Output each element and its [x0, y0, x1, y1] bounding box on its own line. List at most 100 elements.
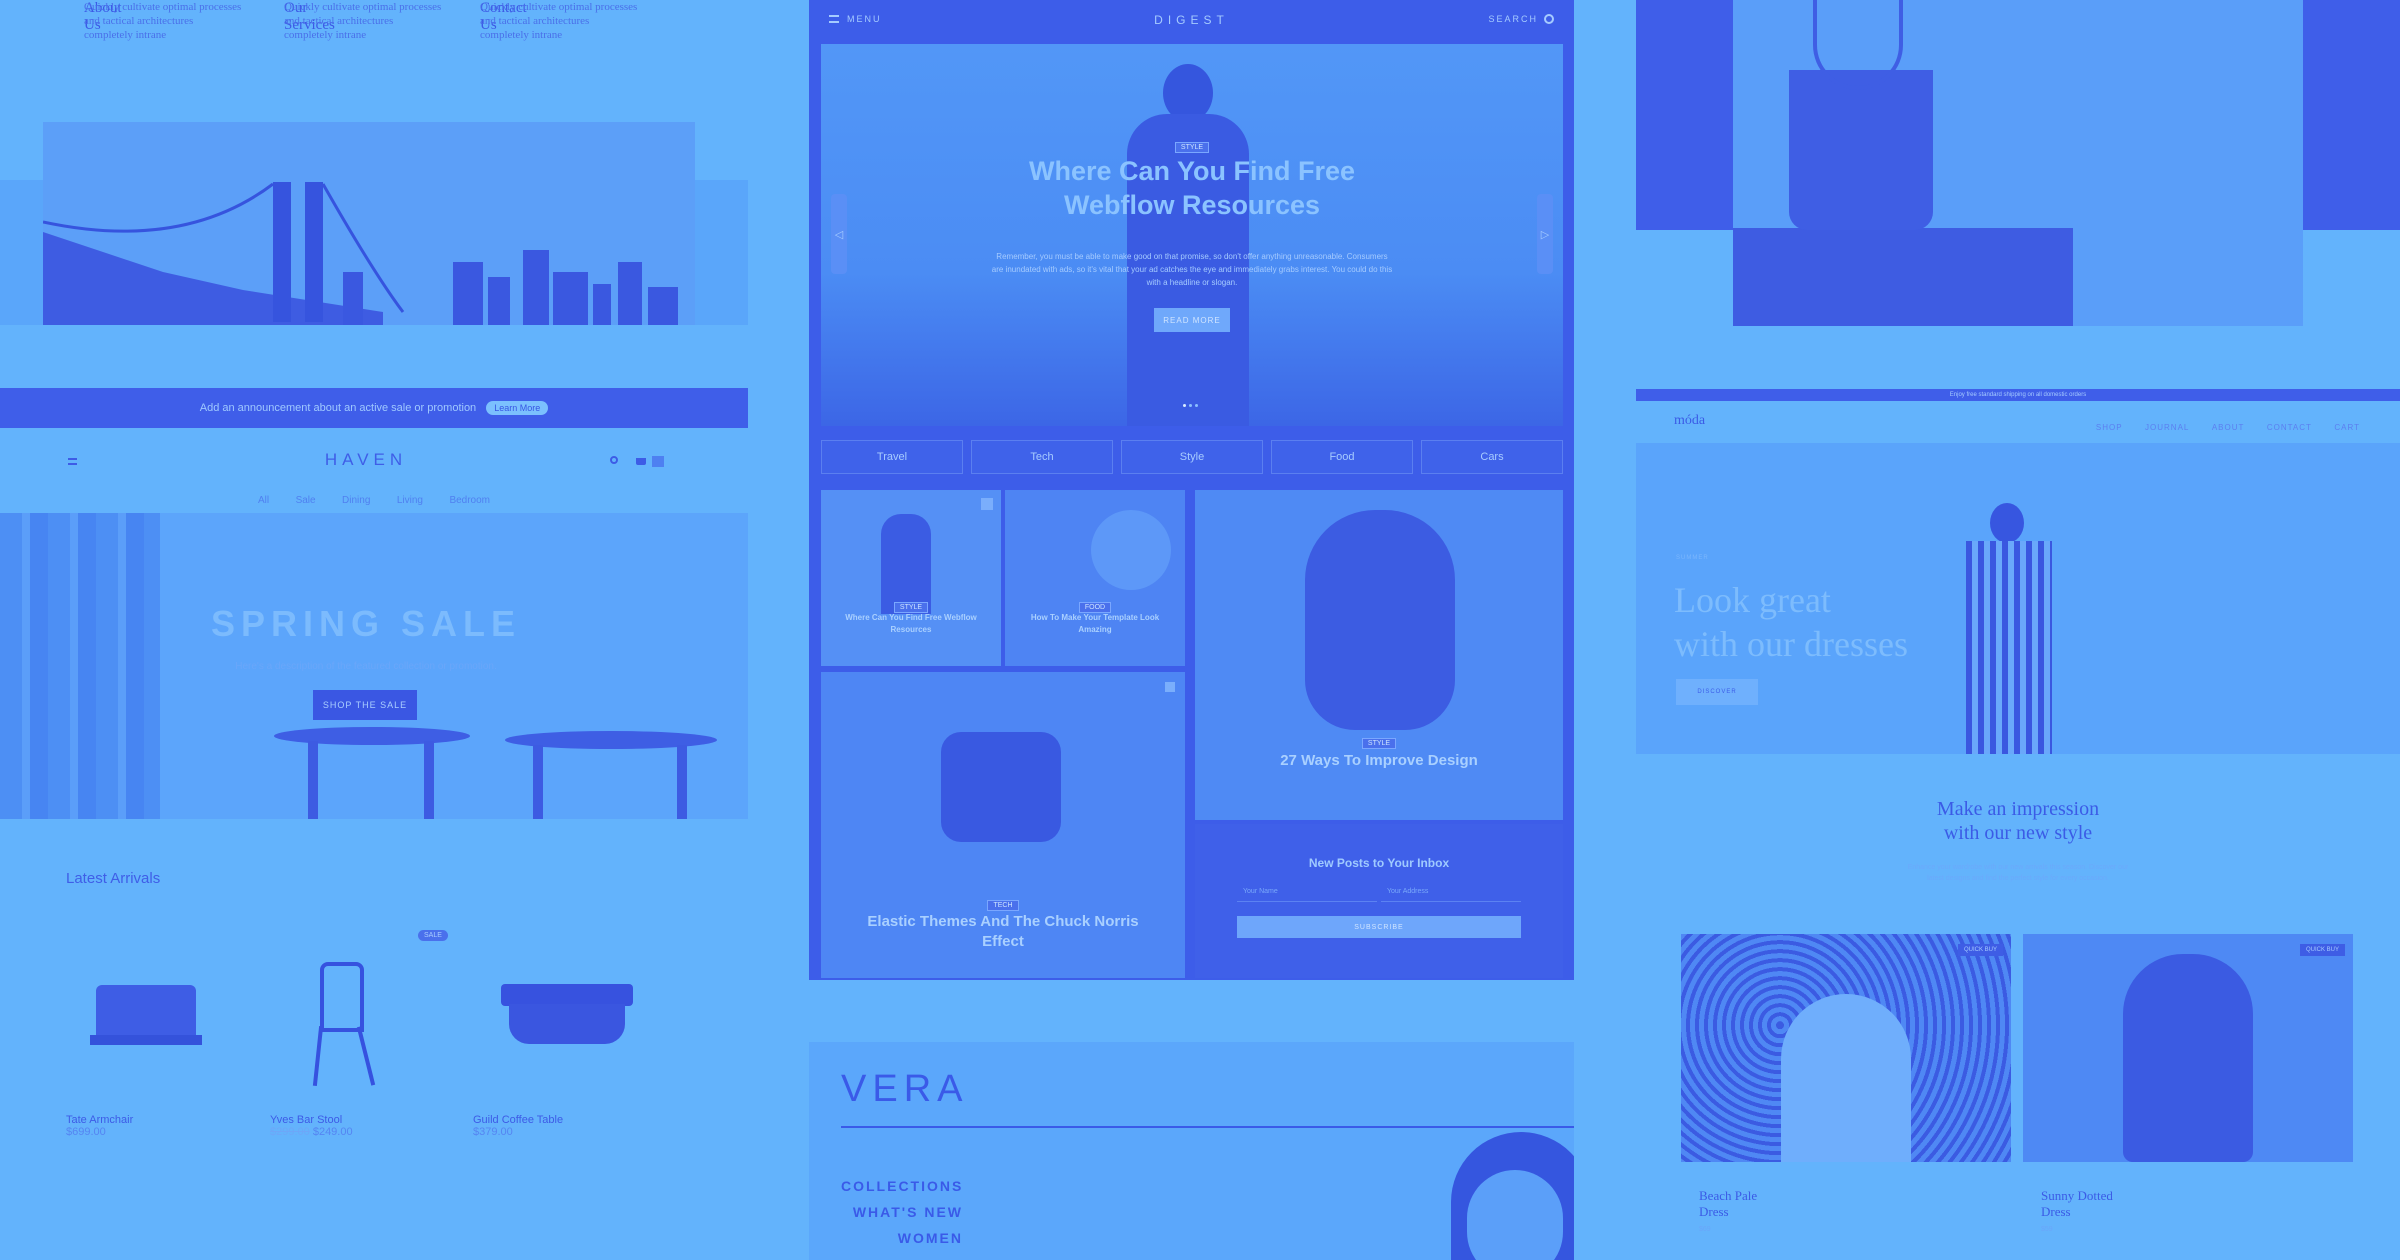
footer-link-desc: Quickly cultivate optimal processes and … [284, 1, 442, 41]
product-name-line2[interactable]: Dress [2041, 1204, 2353, 1220]
digest-logo[interactable]: DIGEST [809, 13, 1574, 27]
nav-women[interactable]: WOMEN [841, 1230, 963, 1246]
product-price: $69 [1699, 1226, 1711, 1233]
announcement-bar: Add an announcement about an active sale… [0, 388, 748, 428]
hero-kicker: SUMMER [1676, 555, 1709, 561]
haven-hero: SPRING SALE Here's a description of the … [0, 513, 748, 819]
hero-badge: STYLE [1174, 142, 1210, 153]
product-image-sunny: QUICK BUY [2023, 934, 2353, 1162]
shipping-bar: Enjoy free standard shipping on all dome… [1636, 389, 2400, 401]
post-tile[interactable]: STYLE Where Can You Find Free Webflow Re… [821, 490, 1001, 666]
category-tab-food[interactable]: Food [1271, 440, 1413, 474]
vera-logo[interactable]: VERA [841, 1068, 968, 1111]
name-field[interactable]: Your Name [1237, 882, 1377, 902]
category-link[interactable]: Sale [296, 495, 316, 506]
product-price: $379.00 [473, 1126, 513, 1138]
subscribe-button[interactable]: SUBSCRIBE [1237, 916, 1521, 938]
category-tab-style[interactable]: Style [1121, 440, 1263, 474]
product-card[interactable]: Guild Coffee Table $379.00 [473, 950, 653, 1190]
product-name[interactable]: Guild Coffee Table [473, 1114, 653, 1126]
nav-collections[interactable]: COLLECTIONS [841, 1178, 963, 1194]
post-image [1305, 510, 1455, 730]
model-striped-dress-image [1946, 503, 2076, 754]
post-image [1091, 510, 1171, 590]
carousel-prev[interactable]: ◁ [831, 194, 847, 274]
old-price: $299.00 [270, 1126, 310, 1138]
carousel-next[interactable]: ▷ [1537, 194, 1553, 274]
stool-right-image [505, 731, 717, 819]
moda-logo[interactable]: móda [1674, 413, 1705, 429]
cart-count-badge [652, 456, 664, 467]
product-name-line1[interactable]: Beach Pale [1699, 1188, 2011, 1204]
coffee-table-image [473, 950, 653, 1090]
post-image [941, 732, 1061, 842]
product-name-line1[interactable]: Sunny Dotted [2041, 1188, 2353, 1204]
quick-buy-button[interactable]: QUICK BUY [1957, 944, 2003, 956]
read-more-button[interactable]: READ MORE [1154, 308, 1230, 332]
product-image-arch: QUICK BUY [1681, 934, 2011, 1162]
product-name[interactable]: Yves Bar Stool [270, 1114, 450, 1126]
learn-more-button[interactable]: Learn More [486, 401, 549, 415]
discover-button[interactable]: DISCOVER [1676, 679, 1758, 705]
post-title[interactable]: How To Make Your Template Look Amazing [1005, 612, 1185, 636]
haven-header: HAVEN All Sale Dining Living Bedroom [0, 428, 748, 513]
hero-person-image [1111, 64, 1271, 426]
product-card[interactable]: SALE Yves Bar Stool $299.00 $249.00 [270, 930, 450, 1190]
newsletter-title: New Posts to Your Inbox [1308, 856, 1450, 870]
digest-category-row: Travel Tech Style Food Cars [821, 440, 1563, 474]
product-price: $59 [2041, 1226, 2053, 1233]
quick-buy-button[interactable]: QUICK BUY [2299, 944, 2345, 956]
category-tab-travel[interactable]: Travel [821, 440, 963, 474]
section-title-line1: Make an impression [1936, 798, 2100, 820]
category-link[interactable]: All [258, 495, 269, 506]
category-link[interactable]: Living [397, 495, 423, 506]
section-description: Enhance your wardrobe with our new arriv… [1907, 864, 2129, 882]
product-price: $299.00 $249.00 [270, 1126, 450, 1138]
product-name-line2[interactable]: Dress [1699, 1204, 2011, 1220]
vera-window: VERA COLLECTIONS WHAT'S NEW WOMEN [809, 1042, 1574, 1260]
post-title[interactable]: 27 Ways To Improve Design [1195, 752, 1563, 769]
product-price: $699.00 [66, 1126, 106, 1138]
post-tile[interactable]: FOOD How To Make Your Template Look Amaz… [1005, 490, 1185, 666]
shop-sale-button[interactable]: SHOP THE SALE [313, 690, 417, 720]
nav-cart[interactable]: CART [2334, 423, 2360, 432]
category-link[interactable]: Bedroom [449, 495, 490, 506]
announcement-text: Add an announcement about an active sale… [199, 402, 477, 414]
nav-about[interactable]: ABOUT [2212, 423, 2245, 432]
nav-journal[interactable]: JOURNAL [2145, 423, 2189, 432]
newsletter-box: New Posts to Your Inbox Your Name Your A… [1195, 824, 1563, 978]
post-title[interactable]: Elastic Themes And The Chuck Norris Effe… [821, 912, 1185, 952]
product-card[interactable]: QUICK BUY Sunny Dotted Dress $59 [2023, 934, 2353, 1260]
product-card[interactable]: QUICK BUY Beach Pale Dress $69 [1681, 934, 2011, 1260]
stool-left-image [274, 727, 470, 819]
haven-logo[interactable]: HAVEN [0, 450, 732, 470]
nav-shop[interactable]: SHOP [2096, 423, 2123, 432]
hero-title: Where Can You Find Free Webflow Resource… [1028, 156, 1356, 220]
post-tile[interactable]: TECH Elastic Themes And The Chuck Norris… [821, 672, 1185, 978]
product-name[interactable]: Tate Armchair [66, 1114, 246, 1126]
hero-text: Remember, you must be able to make good … [991, 252, 1393, 287]
moda-header: móda SHOP JOURNAL ABOUT CONTACT CART [1636, 401, 2400, 443]
digest-window: MENU DIGEST SEARCH ◁ ▷ STYLE Where Can Y… [809, 0, 1574, 980]
category-tab-cars[interactable]: Cars [1421, 440, 1563, 474]
post-title[interactable]: Where Can You Find Free Webflow Resource… [821, 612, 1001, 636]
vera-nav: COLLECTIONS WHAT'S NEW WOMEN [841, 1178, 963, 1256]
bookmark-icon[interactable] [981, 498, 993, 510]
post-tile[interactable]: STYLE 27 Ways To Improve Design [1195, 490, 1563, 820]
nav-whats-new[interactable]: WHAT'S NEW [841, 1204, 963, 1220]
category-link[interactable]: Dining [342, 495, 370, 506]
carousel-dots[interactable] [1183, 404, 1198, 407]
email-field[interactable]: Your Address [1381, 882, 1521, 902]
section-title-line2: with our new style [1943, 822, 2093, 844]
basket-image [1733, 0, 2303, 326]
search-button[interactable]: SEARCH [1488, 14, 1554, 24]
nav-contact[interactable]: CONTACT [2267, 423, 2312, 432]
hero-title-line2: with our dresses [1674, 624, 1908, 664]
search-icon[interactable] [610, 456, 618, 464]
cart-icon[interactable] [636, 458, 646, 465]
basket-block-left [1636, 0, 1734, 230]
category-tab-tech[interactable]: Tech [971, 440, 1113, 474]
product-card[interactable]: Tate Armchair $699.00 [66, 950, 246, 1190]
add-icon[interactable] [1165, 682, 1175, 692]
armchair-image [66, 950, 246, 1090]
